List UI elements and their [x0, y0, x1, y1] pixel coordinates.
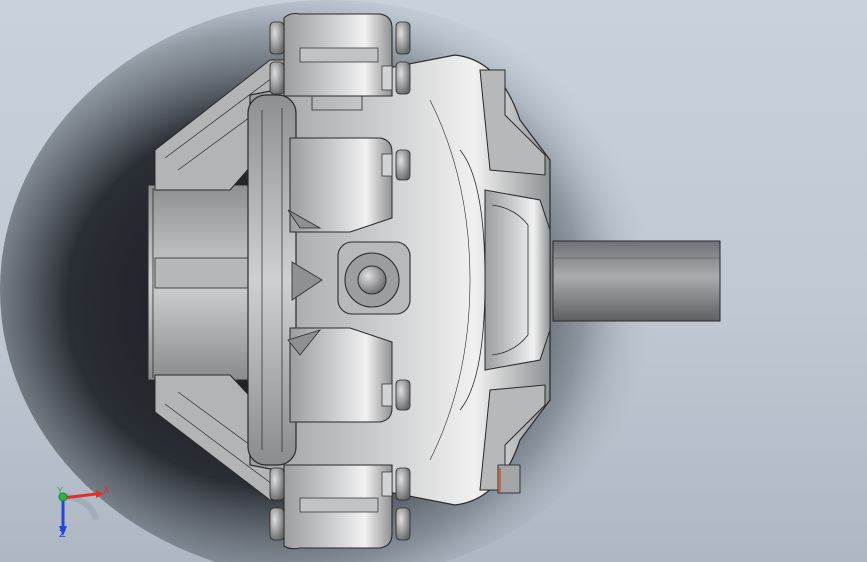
bolt-group-mid-lower: [381, 379, 411, 411]
right-bearing-housing[interactable]: [484, 189, 551, 371]
bolt-group-mid-upper: [381, 149, 411, 181]
bolt-top-right: [395, 21, 411, 55]
output-shaft[interactable]: [552, 240, 721, 322]
bolt-bottom-left: [269, 507, 285, 541]
graphics-area[interactable]: X Y Z: [0, 0, 867, 562]
triad-y-label: Y: [57, 486, 64, 497]
bottom-right-lug: [497, 464, 521, 494]
bolt-bottom-right: [395, 507, 411, 541]
bolt-bottom-left-2: [269, 467, 285, 501]
model-viewport-svg[interactable]: [0, 0, 867, 562]
center-port-plug[interactable]: [357, 265, 387, 295]
bolt-mid-upper-right: [395, 149, 411, 181]
bolt-top-right-2: [395, 61, 411, 95]
bolt-mid-lower-right: [395, 379, 411, 411]
triad-x-label: X: [103, 485, 110, 496]
bolt-bottom-right-2: [395, 467, 411, 501]
front-flange[interactable]: [247, 94, 297, 466]
upper-cylinder-block[interactable]: [289, 137, 393, 233]
bolt-top-left: [269, 21, 285, 55]
bolt-top-left-2: [269, 61, 285, 95]
triad-z-label: Z: [59, 529, 66, 540]
